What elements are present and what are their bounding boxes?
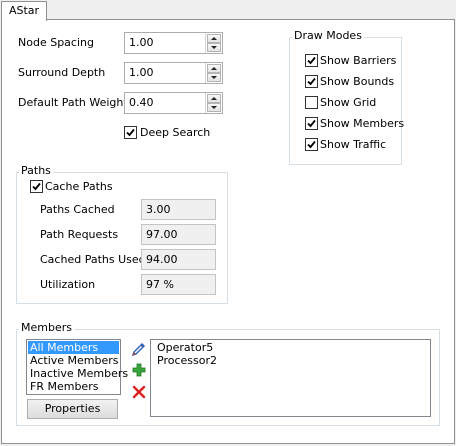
node-spacing-label: Node Spacing [18, 36, 94, 49]
show-bounds-label: Show Bounds [320, 75, 395, 88]
surround-depth-spinner [205, 63, 222, 83]
member-category-list[interactable]: All Members Active Members Inactive Memb… [26, 339, 128, 395]
member-list[interactable]: Operator5 Processor2 [150, 339, 431, 417]
deep-search-label: Deep Search [140, 126, 211, 139]
deep-search-checkbox[interactable] [124, 126, 137, 139]
arrow-down-icon [211, 46, 217, 49]
cached-paths-used-field: 94.00 [141, 249, 216, 270]
surround-depth-input[interactable]: 1.00 [124, 62, 223, 84]
category-all-members[interactable]: All Members [28, 341, 119, 354]
node-spacing-input[interactable]: 1.00 [124, 32, 223, 54]
cache-paths-label: Cache Paths [45, 180, 113, 193]
category-inactive-members[interactable]: Inactive Members [28, 367, 128, 380]
show-members-checkbox[interactable] [305, 117, 318, 130]
paths-cached-value: 3.00 [146, 203, 171, 216]
category-fr-members[interactable]: FR Members [28, 380, 98, 393]
category-active-members[interactable]: Active Members [28, 354, 119, 367]
delete-icon[interactable] [131, 384, 147, 400]
checkmark-icon [307, 119, 316, 128]
default-path-weight-input[interactable]: 0.40 [124, 92, 223, 114]
show-barriers-checkbox[interactable] [305, 54, 318, 67]
arrow-up-icon [211, 67, 217, 70]
show-bounds-checkbox[interactable] [305, 75, 318, 88]
checkmark-icon [32, 182, 41, 191]
utilization-label: Utilization [40, 278, 96, 291]
members-title: Members [19, 321, 74, 335]
checkmark-icon [126, 128, 135, 137]
show-grid-label: Show Grid [320, 96, 377, 109]
cache-paths-checkbox[interactable] [30, 180, 43, 193]
surround-depth-increment-button[interactable] [207, 64, 221, 73]
paths-title: Paths [19, 164, 53, 178]
show-traffic-label: Show Traffic [320, 138, 387, 151]
surround-depth-decrement-button[interactable] [207, 73, 221, 82]
checkmark-icon [307, 140, 316, 149]
paths-cached-field: 3.00 [141, 199, 216, 220]
default-path-weight-increment-button[interactable] [207, 94, 221, 103]
show-grid-checkbox[interactable] [305, 96, 318, 109]
path-requests-value: 97.00 [146, 228, 178, 241]
checkmark-icon [307, 56, 316, 65]
default-path-weight-label: Default Path Weight [18, 96, 128, 109]
draw-modes-title: Draw Modes [292, 29, 364, 43]
properties-button[interactable]: Properties [27, 399, 118, 419]
cached-paths-used-value: 94.00 [146, 253, 178, 266]
node-spacing-decrement-button[interactable] [207, 43, 221, 52]
add-icon-svg [132, 363, 146, 377]
delete-icon-svg [132, 385, 146, 399]
eyedropper-icon[interactable] [131, 341, 147, 357]
node-spacing-value: 1.00 [129, 36, 154, 49]
arrow-up-icon [211, 97, 217, 100]
node-spacing-increment-button[interactable] [207, 34, 221, 43]
default-path-weight-value: 0.40 [129, 96, 154, 109]
arrow-down-icon [211, 106, 217, 109]
checkmark-icon [307, 77, 316, 86]
cached-paths-used-label: Cached Paths Used [40, 253, 146, 266]
paths-cached-label: Paths Cached [40, 203, 115, 216]
node-spacing-spinner [205, 33, 222, 53]
surround-depth-label: Surround Depth [18, 66, 106, 79]
default-path-weight-spinner [205, 93, 222, 113]
show-members-label: Show Members [320, 117, 405, 130]
utilization-value: 97 % [146, 278, 174, 291]
path-requests-field: 97.00 [141, 224, 216, 245]
add-icon[interactable] [131, 362, 147, 378]
utilization-field: 97 % [141, 274, 216, 295]
member-item[interactable]: Processor2 [155, 354, 217, 367]
arrow-up-icon [211, 37, 217, 40]
tab-label: AStar [8, 4, 40, 17]
member-item[interactable]: Operator5 [155, 341, 213, 354]
eyedropper-icon-svg [131, 343, 145, 357]
show-traffic-checkbox[interactable] [305, 138, 318, 151]
properties-button-label: Properties [44, 402, 101, 415]
default-path-weight-decrement-button[interactable] [207, 103, 221, 112]
surround-depth-value: 1.00 [129, 66, 154, 79]
arrow-down-icon [211, 76, 217, 79]
show-barriers-label: Show Barriers [320, 54, 397, 67]
tab-astar[interactable]: AStar [1, 1, 47, 21]
path-requests-label: Path Requests [40, 228, 119, 241]
